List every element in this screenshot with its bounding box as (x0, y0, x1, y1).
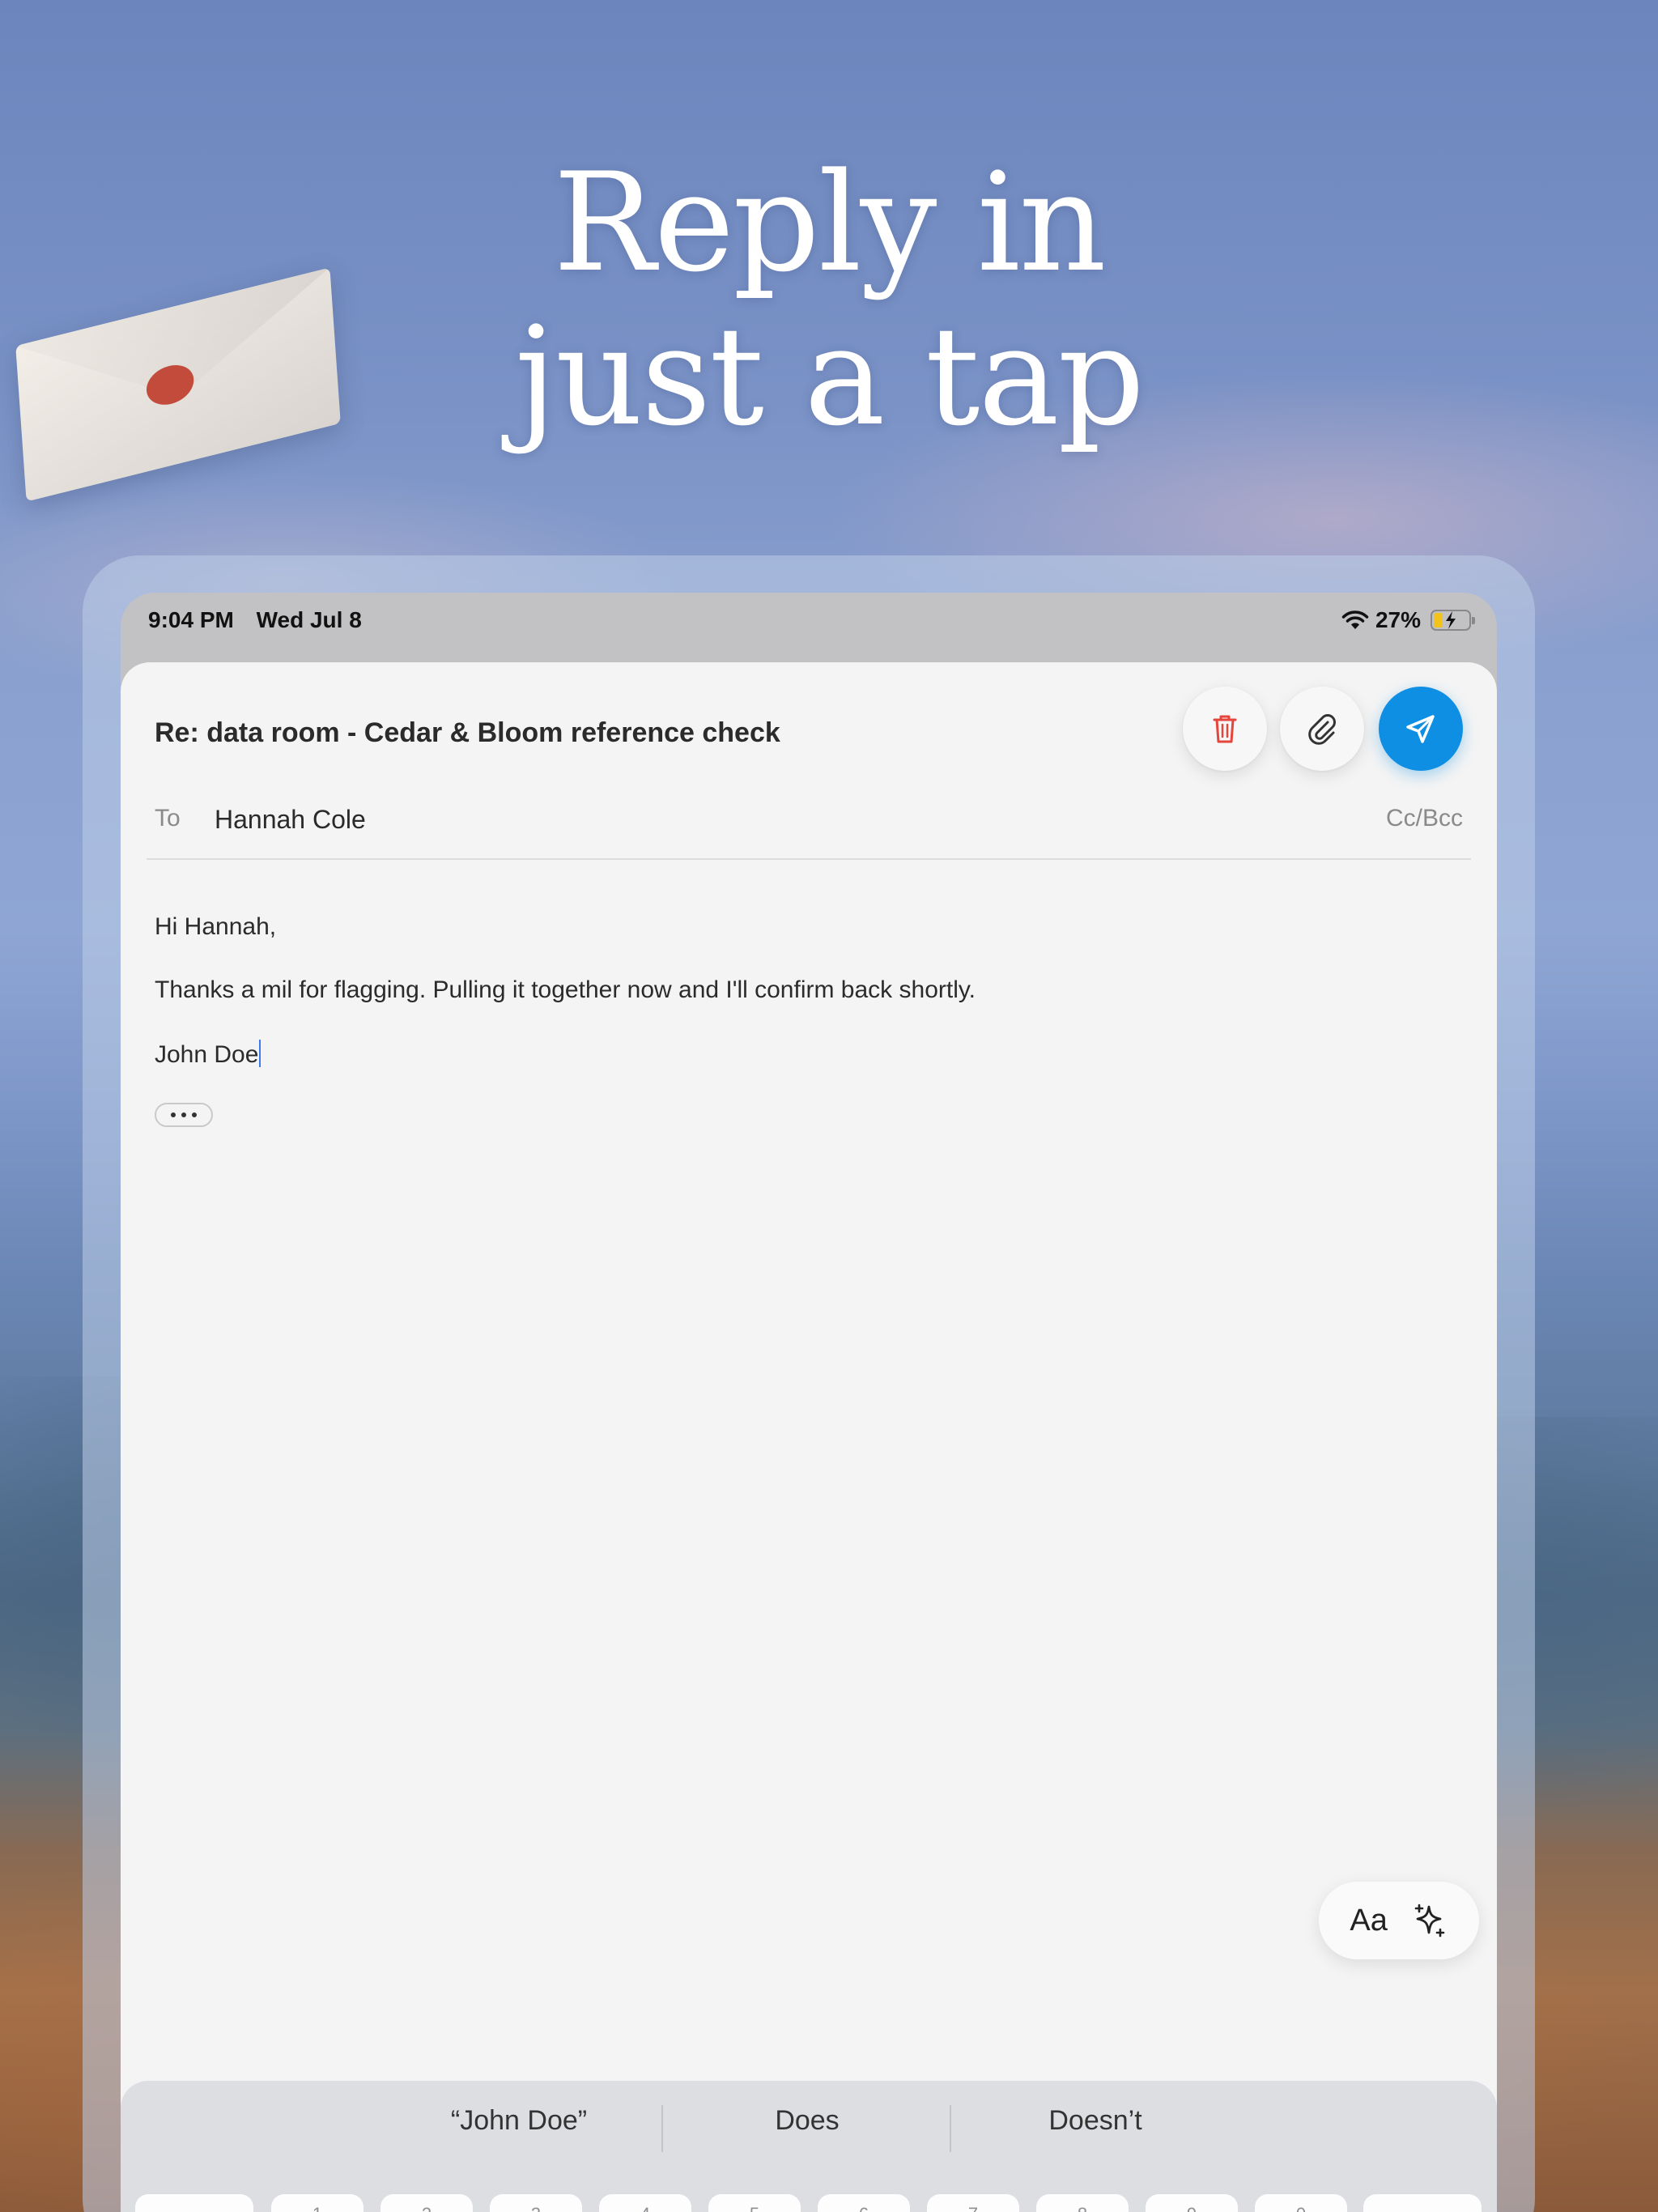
sparkle-icon[interactable] (1411, 1902, 1448, 1939)
body-greeting[interactable]: Hi Hannah, (155, 913, 276, 941)
to-label: To (155, 805, 181, 832)
attach-button[interactable] (1280, 687, 1364, 771)
recipient-row: To Hannah Cole Cc/Bcc (147, 798, 1471, 860)
key-y[interactable]: 6y (818, 2194, 910, 2212)
text-format-button[interactable]: Aa (1350, 1904, 1387, 1938)
status-bar: 9:04 PM Wed Jul 8 27% (121, 593, 1497, 664)
key-r[interactable]: 4r (599, 2194, 691, 2212)
dot (181, 1112, 186, 1117)
key-alt-number: 4 (599, 2204, 691, 2212)
body-message[interactable]: Thanks a mil for flagging. Pulling it to… (155, 976, 976, 1004)
key-p[interactable]: 0p (1255, 2194, 1347, 2212)
battery-fill (1434, 613, 1443, 627)
key-w[interactable]: 2w (380, 2194, 473, 2212)
trash-icon (1213, 715, 1237, 743)
charging-bolt-icon (1446, 611, 1456, 629)
wifi-icon (1341, 610, 1369, 629)
suggestion-2[interactable]: Does (663, 2105, 951, 2137)
key-alt-number: 3 (490, 2204, 582, 2212)
show-quoted-text-button[interactable] (155, 1103, 213, 1127)
dot (171, 1112, 176, 1117)
key-u[interactable]: 7u (927, 2194, 1019, 2212)
subject-field[interactable]: Re: data room - Cedar & Bloom reference … (155, 717, 780, 749)
keyboard: “John Doe” Does Doesn’t 1q 2w 3e 4r 5t 6… (121, 2081, 1497, 2212)
paperclip-icon (1308, 714, 1336, 745)
compose-sheet: Re: data room - Cedar & Bloom reference … (121, 662, 1497, 2212)
key-e[interactable]: 3e (490, 2194, 582, 2212)
key-alt-number: 8 (1036, 2204, 1129, 2212)
status-date: Wed Jul 8 (256, 607, 362, 632)
status-time-group: 9:04 PM Wed Jul 8 (148, 607, 362, 633)
key-q[interactable]: 1q (271, 2194, 363, 2212)
send-icon (1406, 715, 1435, 743)
headline-line-1: Reply in (553, 143, 1106, 302)
status-indicators: 27% (1341, 607, 1475, 633)
battery-icon (1431, 610, 1475, 631)
dot (192, 1112, 197, 1117)
format-toolbar: Aa (1319, 1882, 1479, 1959)
delete-draft-button[interactable] (1183, 687, 1267, 771)
status-time: 9:04 PM (148, 607, 234, 632)
send-button[interactable] (1379, 687, 1463, 771)
key-alt-number: 9 (1146, 2204, 1238, 2212)
promo-headline: Reply in just a tap (0, 146, 1658, 453)
body-signature-line[interactable]: John Doe (155, 1040, 261, 1069)
key-alt-number: 5 (708, 2204, 801, 2212)
battery-percent: 27% (1375, 607, 1421, 632)
cc-bcc-button[interactable]: Cc/Bcc (1386, 805, 1463, 832)
device-screen: 9:04 PM Wed Jul 8 27% Re: data room - Ce… (121, 593, 1497, 2212)
text-caret (259, 1040, 261, 1067)
key-alt-number: 6 (818, 2204, 910, 2212)
key-t[interactable]: 5t (708, 2194, 801, 2212)
key-o[interactable]: 9o (1146, 2194, 1238, 2212)
suggestion-1[interactable]: “John Doe” (375, 2105, 663, 2137)
headline-line-2: just a tap (514, 297, 1145, 456)
key-alt-number: 7 (927, 2204, 1019, 2212)
predictive-bar: “John Doe” Does Doesn’t (121, 2081, 1497, 2178)
tab-key[interactable] (135, 2194, 253, 2212)
key-alt-number: 0 (1255, 2204, 1347, 2212)
backspace-key[interactable] (1363, 2194, 1482, 2212)
body-signature: John Doe (155, 1041, 259, 1068)
recipient-token[interactable]: Hannah Cole (215, 805, 366, 835)
suggestion-3[interactable]: Doesn’t (951, 2105, 1239, 2137)
key-alt-number: 1 (271, 2204, 363, 2212)
key-alt-number: 2 (380, 2204, 473, 2212)
key-i[interactable]: 8i (1036, 2194, 1129, 2212)
